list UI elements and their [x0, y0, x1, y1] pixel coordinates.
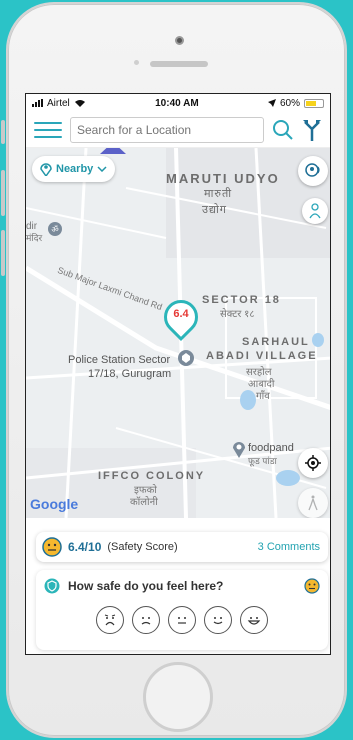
menu-icon[interactable]: [34, 120, 62, 140]
voice-location-button[interactable]: [298, 156, 328, 186]
wifi-icon: [74, 99, 85, 107]
phone-side-button: [1, 170, 5, 216]
emoji-icon: [42, 537, 62, 557]
sensor-dot: [134, 60, 139, 65]
shield-icon: [44, 578, 60, 594]
status-time: 10:40 AM: [155, 97, 199, 109]
location-pin-icon: [40, 163, 52, 176]
svg-text:ॐ: ॐ: [51, 225, 58, 234]
map-label-maruti-hindi: मारुती: [204, 188, 233, 200]
voice-icon: [305, 163, 320, 177]
map-label-abadi: ABADI VILLAGE: [206, 350, 318, 362]
nearby-filter[interactable]: Nearby: [32, 156, 116, 182]
map-label-maruti-hindi-2: उद्योग: [202, 204, 227, 216]
map-label-sarhaul: SARHAUL: [242, 336, 310, 348]
map-label-sector18: SECTOR 18: [202, 294, 281, 306]
carrier-name: Airtel: [47, 97, 70, 109]
map-label-maruti: MARUTI UDYO: [166, 171, 280, 186]
battery-percent: 60%: [279, 97, 300, 109]
map-label-sector18-hindi: सेक्टर १८: [220, 309, 255, 320]
feedback-question: How safe do you feel here?: [68, 579, 224, 593]
map-label-foodpanda: foodpand: [248, 442, 294, 454]
search-input[interactable]: [70, 116, 264, 143]
map-label-foodpanda-hindi: फूड पांडा: [248, 456, 277, 466]
emoji-icon: [304, 578, 320, 594]
top-bar: [26, 112, 330, 148]
police-station-icon[interactable]: [178, 350, 194, 366]
report-button[interactable]: [302, 198, 328, 224]
unsafe-face-icon[interactable]: [132, 606, 160, 634]
nearby-label: Nearby: [56, 163, 94, 175]
chevron-down-icon: [97, 166, 107, 172]
walk-mode-button[interactable]: [298, 488, 328, 518]
phone-side-button: [1, 230, 5, 276]
safe-face-icon[interactable]: [204, 606, 232, 634]
map-view[interactable]: MARUTI UDYO मारुती उद्योग SECTOR 18 सेक्…: [26, 148, 330, 518]
feedback-card: How safe do you feel here?: [36, 570, 328, 650]
search-icon[interactable]: [272, 119, 294, 141]
comments-link[interactable]: 3 Comments: [258, 541, 320, 553]
walk-icon: [308, 495, 318, 511]
place-marker-icon[interactable]: [232, 440, 246, 458]
map-label-mandir: मंदिर: [26, 233, 43, 243]
very-safe-face-icon[interactable]: [240, 606, 268, 634]
map-label-iffco: IFFCO COLONY: [98, 470, 206, 482]
safety-score-value: 6.4/10: [68, 540, 102, 554]
route-icon[interactable]: [302, 119, 322, 141]
pin-score: 6.4: [173, 308, 189, 320]
home-button[interactable]: [143, 662, 213, 732]
my-location-button[interactable]: [298, 448, 328, 478]
my-location-icon: [305, 455, 321, 471]
status-bar: Airtel 10:40 AM 60%: [26, 94, 330, 112]
location-arrow-icon: [267, 99, 276, 107]
earpiece-speaker: [150, 61, 208, 67]
map-label-police: Police Station Sector: [68, 354, 171, 366]
temple-icon[interactable]: ॐ: [48, 222, 62, 236]
very-unsafe-face-icon[interactable]: [96, 606, 124, 634]
map-label-police-2: 17/18, Gurugram: [88, 368, 172, 380]
front-camera: [175, 36, 184, 45]
safety-score-card[interactable]: 6.4/10 (Safety Score) 3 Comments: [36, 532, 328, 562]
map-label-colony-hindi: कॉलोनी: [130, 497, 158, 508]
battery-icon: [303, 98, 324, 108]
map-label-gaon-hindi: गाँव: [256, 391, 270, 402]
google-logo: Google: [30, 496, 79, 512]
phone-side-button: [1, 120, 5, 144]
app-screen: Airtel 10:40 AM 60% Search for a Locatio…: [25, 93, 331, 655]
person-pin-icon: [309, 203, 321, 219]
signal-icon: [32, 99, 43, 107]
rating-faces: [44, 606, 320, 634]
safety-score-label: (Safety Score): [107, 541, 178, 553]
neutral-face-icon[interactable]: [168, 606, 196, 634]
